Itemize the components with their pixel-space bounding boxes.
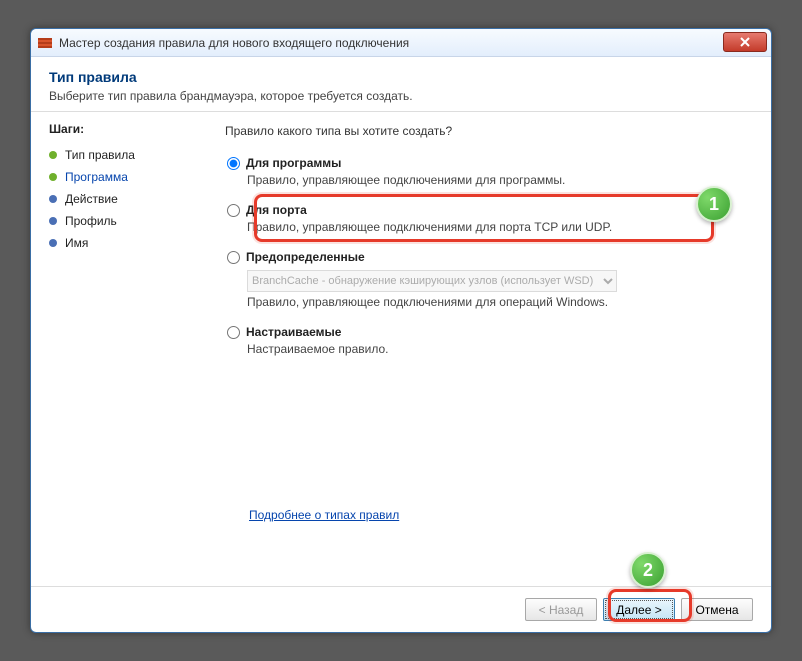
header: Тип правила Выберите тип правила брандма… — [31, 57, 771, 112]
question-text: Правило какого типа вы хотите создать? — [225, 124, 753, 138]
page-subtitle: Выберите тип правила брандмауэра, которо… — [49, 89, 753, 103]
next-button[interactable]: Далее > — [603, 598, 675, 621]
back-button[interactable]: < Назад — [525, 598, 597, 621]
step-bullet-icon — [49, 217, 57, 225]
radio-custom[interactable] — [227, 326, 240, 339]
option-custom: Настраиваемые Настраиваемое правило. — [225, 325, 753, 356]
radio-program[interactable] — [227, 157, 240, 170]
option-program-row[interactable]: Для программы — [227, 156, 753, 170]
option-port: Для порта Правило, управляющее подключен… — [225, 203, 753, 234]
step-bullet-icon — [49, 195, 57, 203]
step-bullet-icon — [49, 239, 57, 247]
step-profile[interactable]: Профиль — [49, 210, 207, 232]
option-desc: Правило, управляющее подключениями для п… — [247, 220, 753, 234]
step-label: Программа — [65, 170, 128, 184]
predefined-select[interactable]: BranchCache - обнаружение кэширующих узл… — [247, 270, 617, 292]
button-row: < Назад Далее > Отмена — [31, 586, 771, 632]
close-icon — [740, 37, 750, 47]
body: Шаги: Тип правила Программа Действие Про… — [31, 112, 771, 586]
option-custom-row[interactable]: Настраиваемые — [227, 325, 753, 339]
option-title: Настраиваемые — [246, 325, 341, 339]
wizard-window: Мастер создания правила для нового входя… — [30, 28, 772, 633]
learn-more-link[interactable]: Подробнее о типах правил — [249, 508, 399, 522]
step-name[interactable]: Имя — [49, 232, 207, 254]
option-desc: Настраиваемое правило. — [247, 342, 753, 356]
step-program[interactable]: Программа — [49, 166, 207, 188]
page-title: Тип правила — [49, 69, 753, 85]
option-title: Предопределенные — [246, 250, 365, 264]
option-program: Для программы Правило, управляющее подкл… — [225, 156, 753, 187]
option-port-row[interactable]: Для порта — [227, 203, 753, 217]
steps-sidebar: Шаги: Тип правила Программа Действие Про… — [49, 122, 219, 586]
close-button[interactable] — [723, 32, 767, 52]
step-label: Профиль — [65, 214, 117, 228]
radio-port[interactable] — [227, 204, 240, 217]
option-predefined: Предопределенные BranchCache - обнаружен… — [225, 250, 753, 309]
step-label: Имя — [65, 236, 88, 250]
step-bullet-icon — [49, 151, 57, 159]
steps-heading: Шаги: — [49, 122, 207, 136]
option-desc: Правило, управляющее подключениями для п… — [247, 173, 753, 187]
titlebar[interactable]: Мастер создания правила для нового входя… — [31, 29, 771, 57]
option-predefined-row[interactable]: Предопределенные — [227, 250, 753, 264]
option-title: Для программы — [246, 156, 341, 170]
option-title: Для порта — [246, 203, 307, 217]
option-desc: Правило, управляющее подключениями для о… — [247, 295, 753, 309]
cancel-button[interactable]: Отмена — [681, 598, 753, 621]
step-rule-type[interactable]: Тип правила — [49, 144, 207, 166]
step-action[interactable]: Действие — [49, 188, 207, 210]
step-label: Действие — [65, 192, 118, 206]
radio-predefined[interactable] — [227, 251, 240, 264]
window-title: Мастер создания правила для нового входя… — [59, 36, 409, 50]
step-bullet-icon — [49, 173, 57, 181]
firewall-icon — [37, 35, 53, 51]
step-label: Тип правила — [65, 148, 135, 162]
